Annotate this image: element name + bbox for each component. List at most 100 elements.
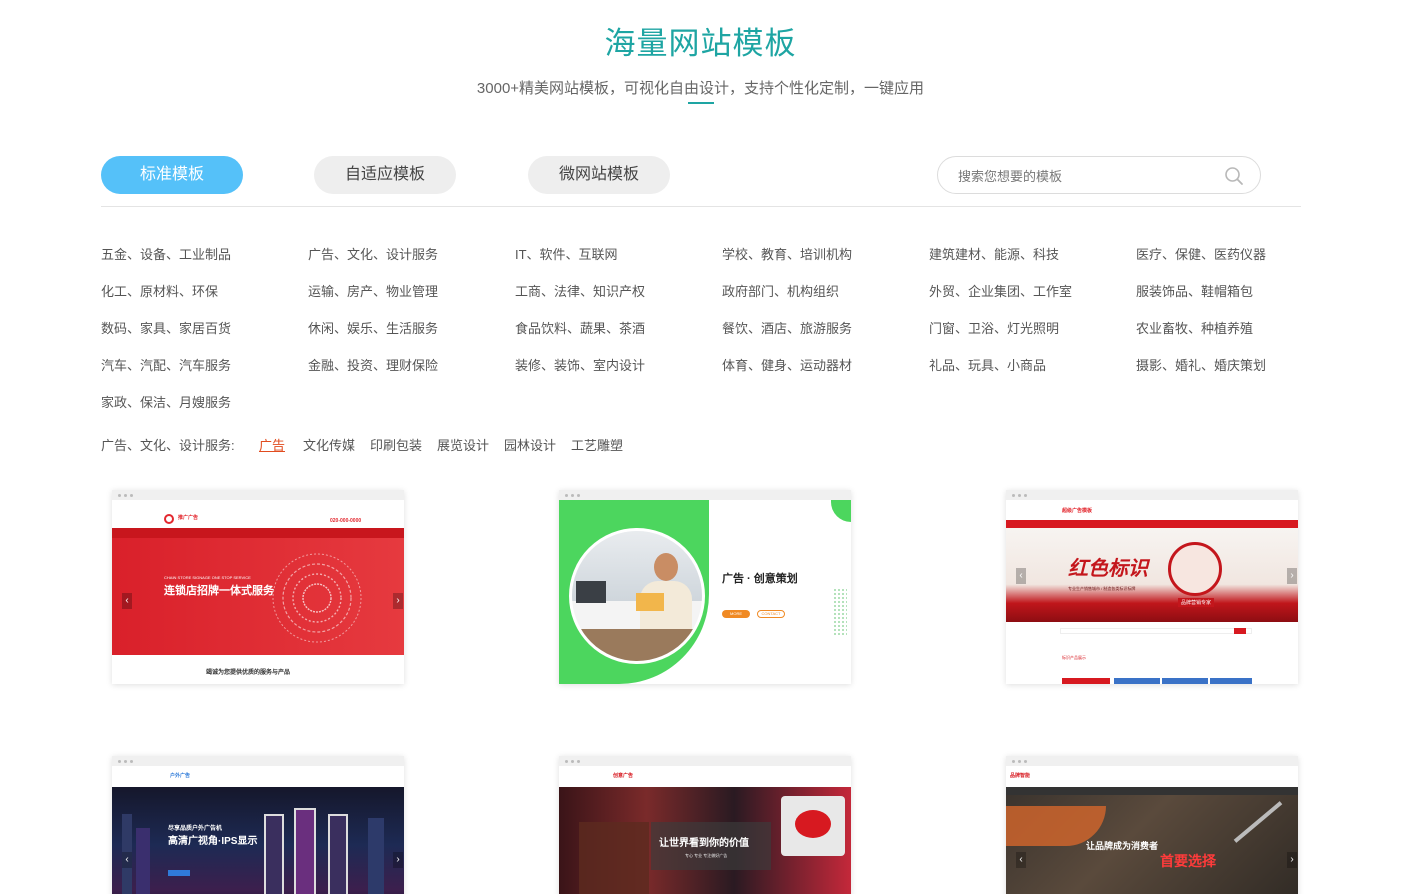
screen-graphic [294,808,316,894]
next-arrow-icon[interactable]: › [393,593,403,609]
prev-arrow-icon[interactable]: ‹ [122,593,132,609]
category-link[interactable]: 休闲、娱乐、生活服务 [308,318,438,337]
card-headline: 连锁店招牌一体式服务 [164,585,274,597]
template-card[interactable]: 推广广告 020-000-0000 CHAIN STORE SIGNAGE ON… [112,490,404,684]
category-link[interactable]: 外贸、企业集团、工作室 [929,281,1072,300]
card-caption: 专心 专业 专注做好广告 [685,853,728,858]
category-link[interactable]: 政府部门、机构组织 [722,281,839,300]
category-link[interactable]: 五金、设备、工业制品 [101,244,231,263]
search-icon[interactable] [1224,166,1244,186]
subcategory-link[interactable]: 展览设计 [437,435,489,454]
template-preview: 广告 · 创意策划 MORE CONTACT [559,500,851,684]
card-headline: 广告 · 创意策划 [722,573,798,585]
spiral-graphic [272,553,362,643]
title-underline [688,102,714,104]
page-subtitle: 3000+精美网站模板，可视化自由设计，支持个性化定制，一键应用 [476,80,925,97]
category-link[interactable]: 化工、原材料、环保 [101,281,218,300]
category-link[interactable]: 金融、投资、理财保险 [308,355,438,374]
category-link[interactable]: 学校、教育、培训机构 [722,244,852,263]
category-link[interactable]: 农业畜牧、种植养殖 [1136,318,1253,337]
card-headline-small: 尽享品质户外广告机 [168,826,223,832]
category-link[interactable]: 数码、家具、家居百货 [101,318,231,337]
prev-arrow-icon[interactable]: ‹ [1016,852,1026,868]
search-input[interactable] [958,166,1208,186]
browser-bar [559,756,851,766]
card-logo: 户外广告 [170,773,191,779]
card-headline: 让世界看到你的价值 [659,838,749,849]
template-preview: 推广广告 020-000-0000 CHAIN STORE SIGNAGE ON… [112,500,404,684]
screen-graphic [328,814,348,894]
card-headline: 首要选择 [1160,853,1216,869]
logo-icon [164,514,174,524]
tabs-divider [101,206,1301,207]
card-badge: 品牌营销专家 [1178,598,1215,607]
subcategory-label: 广告、文化、设计服务: [101,438,235,453]
card-logo: 品牌智能 [1010,773,1031,779]
category-link[interactable]: 广告、文化、设计服务 [308,244,438,263]
template-card[interactable]: 品牌智能 让品牌成为消费者 首要选择 ‹ › [1006,756,1298,894]
tab-responsive-template[interactable]: 自适应模板 [314,156,456,194]
category-link[interactable]: 餐饮、酒店、旅游服务 [722,318,852,337]
prev-arrow-icon[interactable]: ‹ [1016,568,1026,584]
category-link[interactable]: 汽车、汽配、汽车服务 [101,355,231,374]
browser-bar [1006,490,1298,500]
category-link[interactable]: 运输、房产、物业管理 [308,281,438,300]
category-link[interactable]: 食品饮料、蔬果、茶酒 [515,318,645,337]
template-card[interactable]: 创意广告 让世界看到你的价值 专心 专业 专注做好广告 [559,756,851,894]
subcategory-link[interactable]: 工艺雕塑 [571,435,623,454]
category-link[interactable]: IT、软件、互联网 [515,244,618,263]
search-box [937,156,1261,194]
category-link[interactable]: 服装饰品、鞋帽箱包 [1136,281,1253,300]
subcategory-link[interactable]: 园林设计 [504,435,556,454]
card-banner-en: CHAIN STORE SIGNAGE ONE STOP SERVICE [164,575,251,580]
emblem-graphic [1168,542,1222,596]
hero-photo [569,528,705,664]
subcategory-link-active[interactable]: 广告 [259,435,285,454]
subcategory-link[interactable]: 文化传媒 [303,435,355,454]
category-link[interactable]: 家政、保洁、月嫂服务 [101,392,231,411]
tab-standard-template[interactable]: 标准模板 [101,156,243,194]
category-link[interactable]: 工商、法律、知识产权 [515,281,645,300]
template-card[interactable]: 户外广告 尽享品质户外广告机 高清广视角·IPS显示 ‹ › [112,756,404,894]
browser-bar [112,490,404,500]
category-link[interactable]: 摄影、婚礼、婚庆策划 [1136,355,1266,374]
section-header: 海量网站模板 3000+精美网站模板，可视化自由设计，支持个性化定制，一键应用 [0,18,1401,98]
card-headline-small: 让品牌成为消费者 [1086,841,1159,851]
category-link[interactable]: 体育、健身、运动器材 [722,355,852,374]
prev-arrow-icon[interactable]: ‹ [122,852,132,868]
card-logo: 推广广告 [178,515,199,521]
category-link[interactable]: 建筑建材、能源、科技 [929,244,1059,263]
card-phone: 020-000-0000 [330,518,362,524]
browser-bar [559,490,851,500]
template-card[interactable]: 广告 · 创意策划 MORE CONTACT [559,490,851,684]
browser-bar [1006,756,1298,766]
category-link[interactable]: 装修、装饰、室内设计 [515,355,645,374]
template-preview: 户外广告 尽享品质户外广告机 高清广视角·IPS显示 ‹ › [112,766,404,894]
card-section-title: 标识产品展示 [1062,655,1086,660]
dot-pattern [833,588,847,636]
contact-button[interactable]: CONTACT [757,610,785,618]
card-footer-text: 竭诚为您提供优质的服务与产品 [206,670,291,676]
template-tabs: 标准模板 自适应模板 微网站模板 [101,156,1301,194]
template-card[interactable]: 超级广告模板 红色标识 专业生产销售城市 / 制造各类标识标牌 品牌营销专家 ‹… [1006,490,1298,684]
template-preview: 超级广告模板 红色标识 专业生产销售城市 / 制造各类标识标牌 品牌营销专家 ‹… [1006,500,1298,684]
template-preview: 创意广告 让世界看到你的价值 专心 专业 专注做好广告 [559,766,851,894]
page-title: 海量网站模板 [604,26,797,61]
next-arrow-icon[interactable]: › [1287,568,1297,584]
tab-micro-site-template[interactable]: 微网站模板 [528,156,670,194]
next-arrow-icon[interactable]: › [393,852,403,868]
browser-bar [112,756,404,766]
more-button[interactable]: MORE [722,610,750,618]
card-logo: 创意广告 [613,773,634,779]
subcategory-link[interactable]: 印刷包装 [370,435,422,454]
template-preview: 品牌智能 让品牌成为消费者 首要选择 ‹ › [1006,766,1298,894]
screen-graphic [264,814,284,894]
category-link[interactable]: 门窗、卫浴、灯光照明 [929,318,1059,337]
card-logo: 超级广告模板 [1062,508,1093,514]
card-headline: 红色标识 [1068,556,1148,580]
card-headline: 高清广视角·IPS显示 [168,836,258,847]
category-link[interactable]: 医疗、保健、医药仪器 [1136,244,1266,263]
category-link[interactable]: 礼品、玩具、小商品 [929,355,1046,374]
next-arrow-icon[interactable]: › [1287,852,1297,868]
card-caption: 专业生产销售城市 / 制造各类标识标牌 [1068,586,1136,591]
